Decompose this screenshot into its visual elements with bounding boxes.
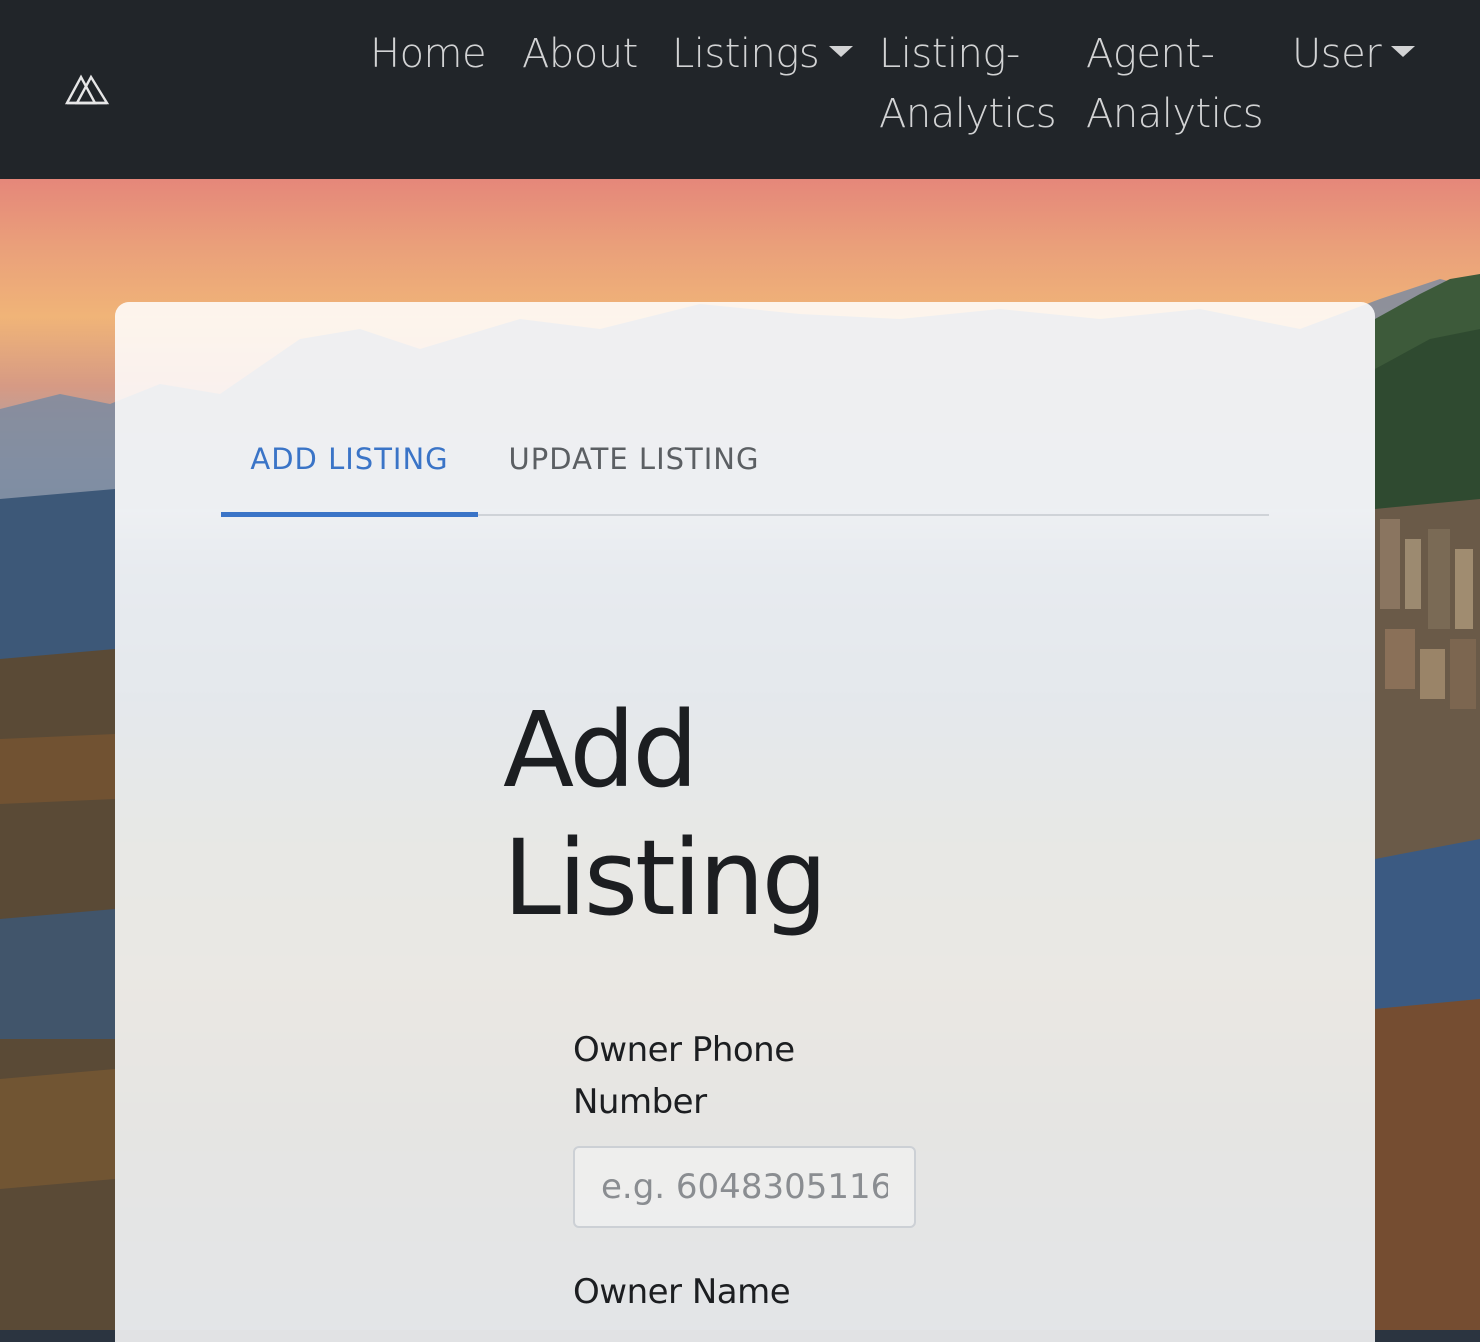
brand-logo-icon[interactable] <box>64 70 110 106</box>
caret-down-icon <box>1391 46 1416 57</box>
page-title-line1: Add <box>503 689 698 811</box>
nav-agent-analytics-line2: Analytics <box>1086 91 1264 137</box>
owner-phone-label: Owner Phone Number <box>573 1030 795 1122</box>
nav-listings-label: Listings <box>672 31 820 77</box>
nav-listing-analytics-line2: Analytics <box>879 91 1057 137</box>
listing-tabs: ADD LISTING UPDATE LISTING <box>221 424 1269 517</box>
tab-update-listing[interactable]: UPDATE LISTING <box>499 424 769 514</box>
listing-form-card: ADD LISTING UPDATE LISTING Add Listing O… <box>115 302 1375 1342</box>
nav-home-link[interactable]: Home <box>370 24 487 84</box>
nav-agent-analytics-line1: Agent- <box>1086 31 1215 77</box>
owner-name-label: Owner Name <box>573 1272 791 1312</box>
nav-user-label: User <box>1292 31 1382 77</box>
tab-add-listing[interactable]: ADD LISTING <box>221 424 478 517</box>
top-navbar: Home About Listings Listing- Analytics A… <box>0 0 1480 179</box>
nav-user-dropdown[interactable]: User <box>1292 24 1416 84</box>
nav-listing-analytics-link[interactable]: Listing- Analytics <box>879 24 1057 144</box>
caret-down-icon <box>829 46 854 57</box>
nav-agent-analytics-link[interactable]: Agent- Analytics <box>1086 24 1264 144</box>
nav-listings-dropdown[interactable]: Listings <box>672 24 854 84</box>
nav-about-link[interactable]: About <box>522 24 638 84</box>
nav-listing-analytics-line1: Listing- <box>879 31 1020 77</box>
owner-phone-input[interactable] <box>573 1146 916 1228</box>
page-title: Add Listing <box>503 686 883 942</box>
page-title-line2: Listing <box>503 817 828 939</box>
